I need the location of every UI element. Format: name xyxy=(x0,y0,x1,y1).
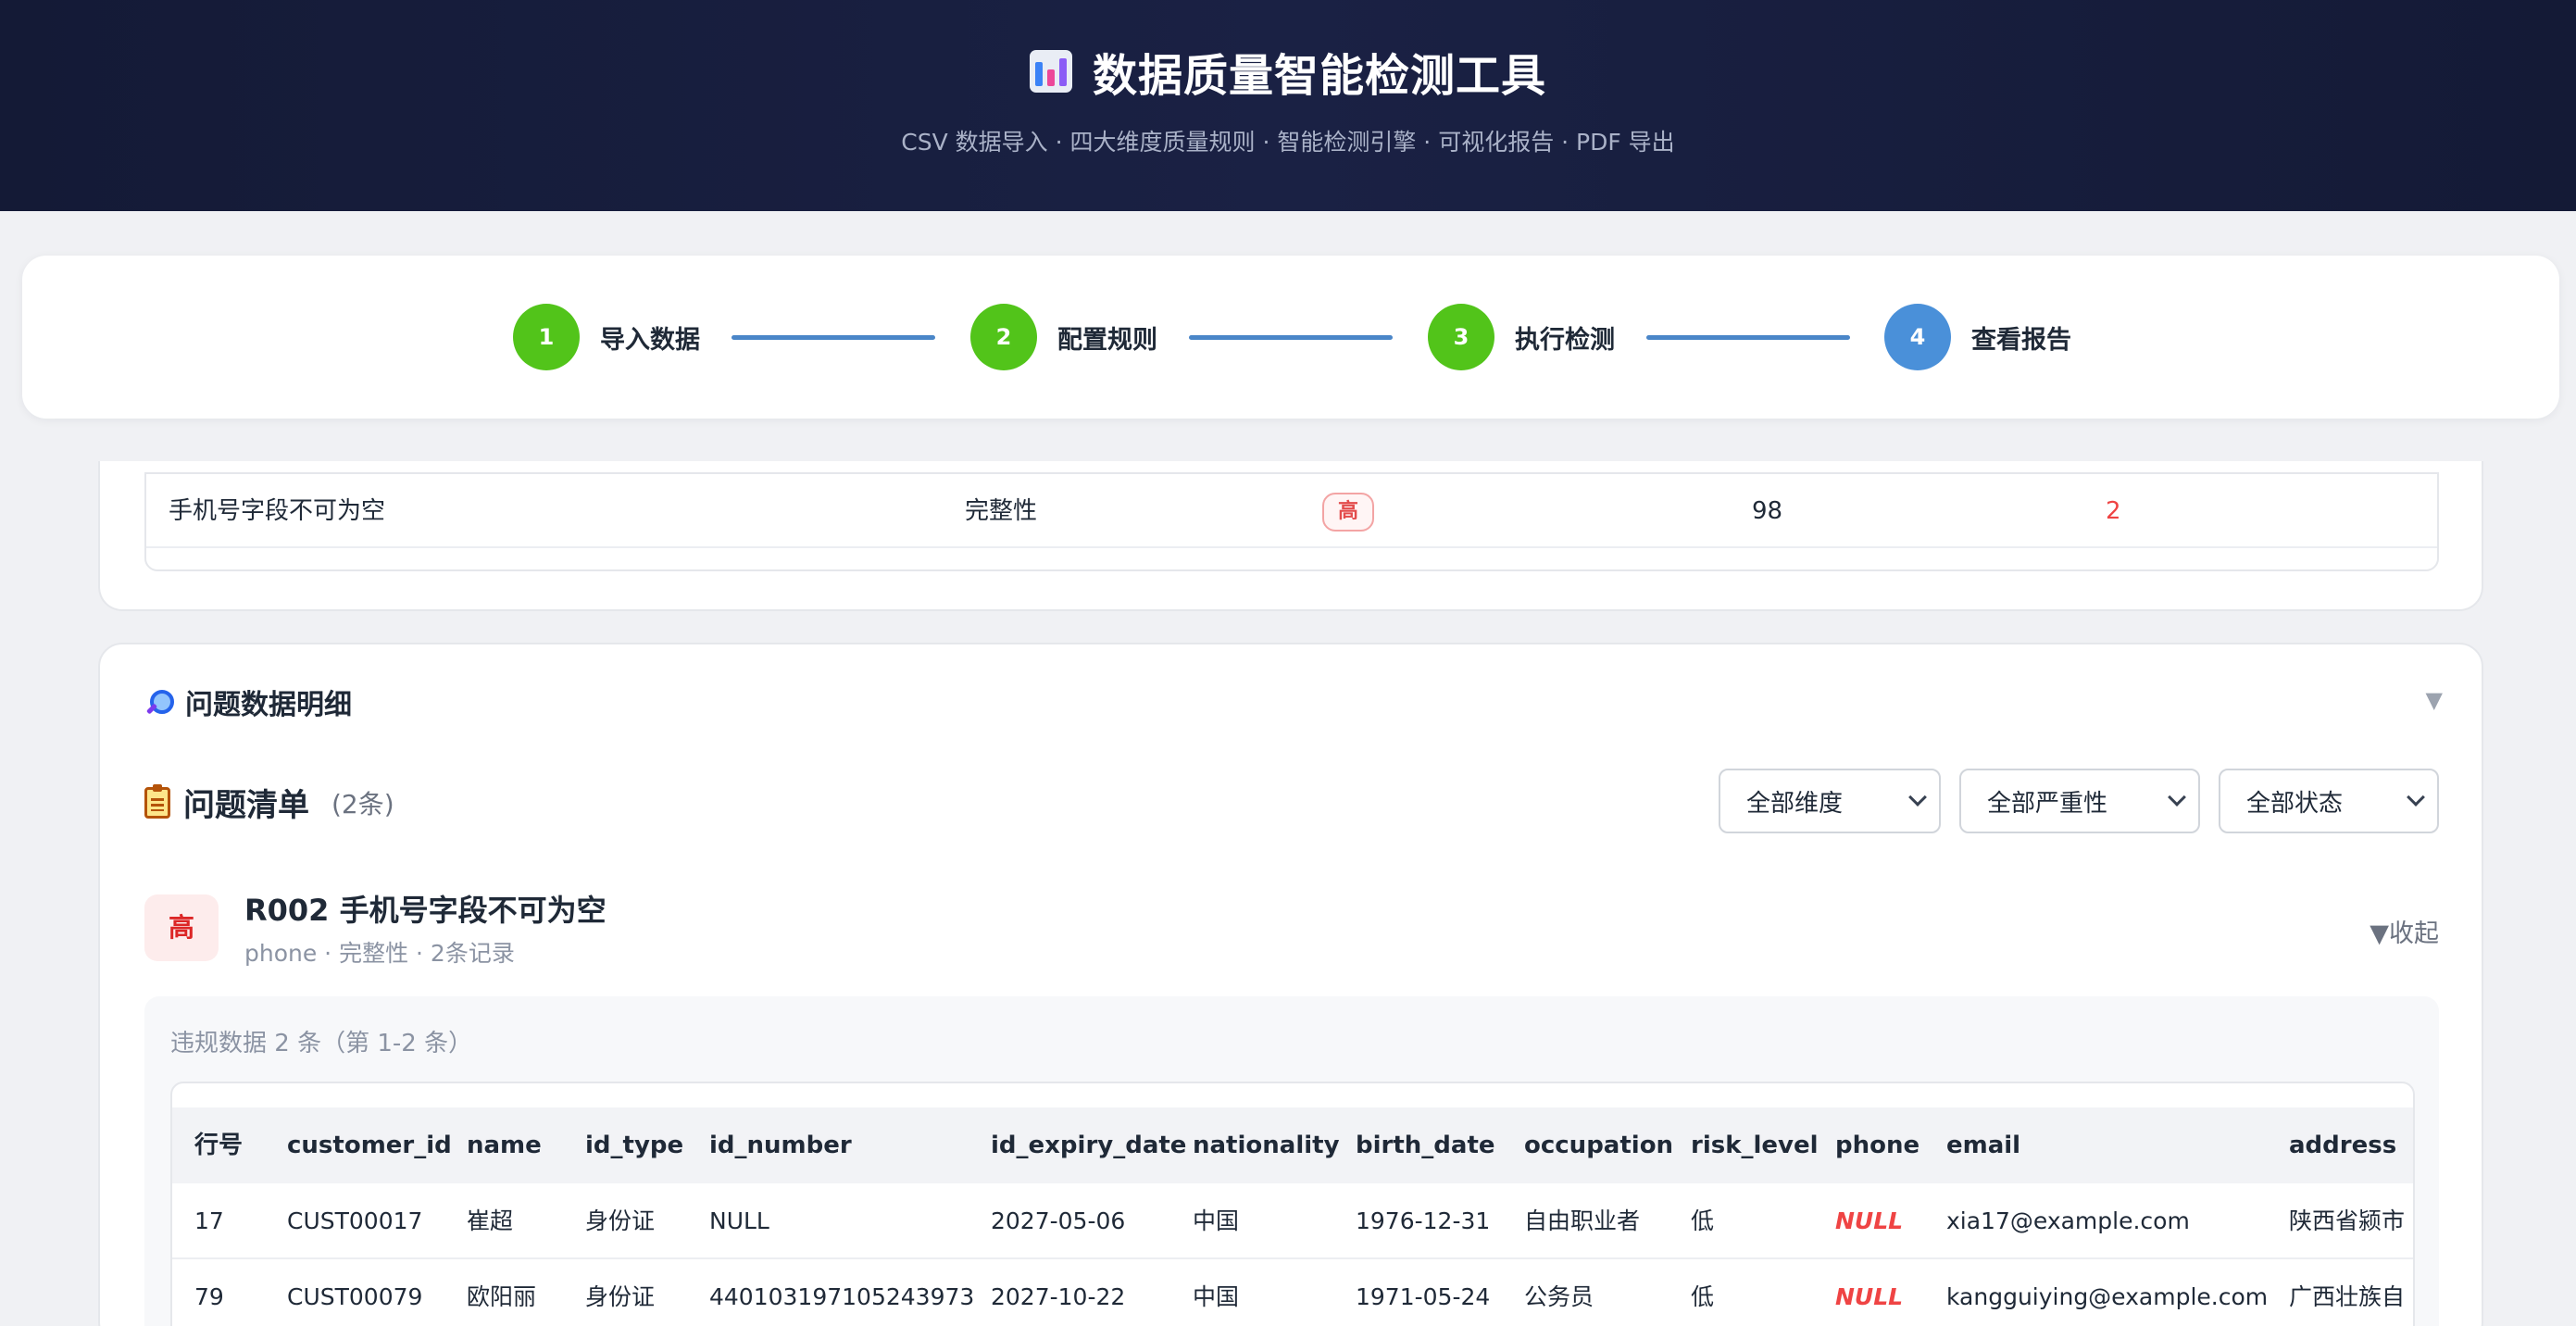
progress-stepper: 1 导入数据 2 配置规则 3 执行检测 4 查看报告 xyxy=(22,256,2559,419)
table-cell: 2027-05-06 xyxy=(991,1207,1126,1234)
rule-dimension: 完整性 xyxy=(965,497,1038,525)
column-header: id_type xyxy=(585,1132,684,1159)
table-cell: 中国 xyxy=(1193,1283,1240,1310)
rules-table: 手机号字段不可为空 完整性 高 98 2 xyxy=(144,472,2439,571)
table-cell: 自由职业者 xyxy=(1524,1207,1641,1234)
issue-list-title: 问题清单 xyxy=(183,787,309,824)
table-cell: 崔超 xyxy=(467,1207,514,1234)
table-cell: 2027-10-22 xyxy=(991,1283,1126,1310)
table-cell: 身份证 xyxy=(585,1283,656,1310)
issue-details-card: 问题数据明细 ▼ 问题清单 (2条) 全部维度 全部严重性 全部状态 高 R00… xyxy=(98,643,2483,1326)
table-cell: xia17@example.com xyxy=(1946,1207,2190,1234)
null-value-cell: NULL xyxy=(1835,1283,1904,1310)
issue-item-header[interactable]: 高 R002 手机号字段不可为空 phone · 完整性 · 2条记录 ▼收起 xyxy=(144,887,2439,970)
table-cell: 17 xyxy=(194,1207,224,1234)
step-label: 执行检测 xyxy=(1515,325,1615,355)
step-connector xyxy=(1189,335,1393,340)
table-row: 手机号字段不可为空 完整性 高 98 2 xyxy=(146,474,2437,548)
table-cell: 79 xyxy=(194,1283,224,1310)
table-row: 79 CUST00079 欧阳丽 身份证 440103197105243973 … xyxy=(172,1259,2413,1326)
step-number: 2 xyxy=(970,304,1037,370)
step-number: 1 xyxy=(513,304,580,370)
step-number: 4 xyxy=(1884,304,1951,370)
table-cell: CUST00079 xyxy=(287,1283,423,1310)
column-header: id_number xyxy=(709,1132,852,1159)
table-cell: 440103197105243973 xyxy=(709,1283,975,1310)
rules-summary-card: 手机号字段不可为空 完整性 高 98 2 xyxy=(98,461,2483,611)
step-label: 配置规则 xyxy=(1057,325,1157,355)
passed-count: 98 xyxy=(1752,497,1783,525)
column-header: address xyxy=(2289,1132,2397,1159)
chevron-down-icon xyxy=(1908,788,1927,807)
column-header: nationality xyxy=(1193,1132,1340,1159)
chevron-down-icon xyxy=(2407,788,2425,807)
issue-name: R002 手机号字段不可为空 xyxy=(244,893,606,928)
table-cell: 低 xyxy=(1691,1207,1715,1234)
column-header: risk_level xyxy=(1691,1132,1819,1159)
step-label: 查看报告 xyxy=(1971,325,2071,355)
null-value-cell: NULL xyxy=(1835,1207,1904,1234)
table-header-row: 行号 customer_id name id_type id_number id… xyxy=(172,1107,2413,1183)
table-cell: 欧阳丽 xyxy=(467,1283,537,1310)
column-header: birth_date xyxy=(1356,1132,1495,1159)
step-label: 导入数据 xyxy=(600,325,700,355)
app-header: 数据质量智能检测工具 CSV 数据导入 · 四大维度质量规则 · 智能检测引擎 … xyxy=(0,0,2576,211)
column-header: customer_id xyxy=(287,1132,452,1159)
issue-meta: phone · 完整性 · 2条记录 xyxy=(244,940,515,967)
severity-filter-select[interactable]: 全部严重性 xyxy=(1959,769,2200,833)
bar-chart-icon xyxy=(1029,50,1072,93)
details-title: 问题数据明细 xyxy=(185,689,352,721)
table-cell: 陕西省颍市 xyxy=(2289,1207,2406,1234)
step-connector xyxy=(732,335,935,340)
step-number: 3 xyxy=(1428,304,1494,370)
table-cell: CUST00017 xyxy=(287,1207,423,1234)
column-header: name xyxy=(467,1132,542,1159)
step-view-report[interactable]: 4 查看报告 xyxy=(1884,304,2071,370)
issue-list-heading: 问题清单 (2条) xyxy=(144,780,394,825)
collapse-toggle-button[interactable]: ▼收起 xyxy=(2370,913,2439,949)
app-subtitle: CSV 数据导入 · 四大维度质量规则 · 智能检测引擎 · 可视化报告 · P… xyxy=(901,129,1675,156)
violation-data-table[interactable]: 行号 customer_id name id_type id_number id… xyxy=(170,1082,2415,1326)
chevron-down-icon xyxy=(2168,788,2186,807)
table-cell: NULL xyxy=(709,1207,769,1234)
violation-panel: 违规数据 2 条（第 1-2 条） 行号 customer_id name id… xyxy=(144,996,2439,1326)
step-run-check[interactable]: 3 执行检测 xyxy=(1428,304,1615,370)
violation-caption: 违规数据 2 条（第 1-2 条） xyxy=(170,1030,473,1057)
column-header: email xyxy=(1946,1132,2021,1159)
app-title-text: 数据质量智能检测工具 xyxy=(1092,50,1546,102)
table-cell: 低 xyxy=(1691,1283,1715,1310)
table-row: 17 CUST00017 崔超 身份证 NULL 2027-05-06 中国 1… xyxy=(172,1183,2413,1259)
issue-severity-badge: 高 xyxy=(144,894,219,961)
caret-down-icon[interactable]: ▼ xyxy=(2426,687,2443,713)
table-cell: 公务员 xyxy=(1524,1283,1594,1310)
clipboard-icon xyxy=(144,783,170,819)
step-configure-rules[interactable]: 2 配置规则 xyxy=(970,304,1157,370)
column-header: 行号 xyxy=(194,1132,244,1159)
table-cell: kangguiying@example.com xyxy=(1946,1283,2269,1310)
app-title: 数据质量智能检测工具 xyxy=(0,39,2576,104)
table-cell: 1971-05-24 xyxy=(1356,1283,1491,1310)
table-cell: 1976-12-31 xyxy=(1356,1207,1491,1234)
magnifier-icon xyxy=(144,688,174,716)
table-cell: 广西壮族自 xyxy=(2289,1283,2406,1310)
table-cell: 身份证 xyxy=(585,1207,656,1234)
column-header: id_expiry_date xyxy=(991,1132,1187,1159)
issue-list-count: (2条) xyxy=(331,788,394,819)
rule-name: 手机号字段不可为空 xyxy=(169,497,386,525)
step-connector xyxy=(1646,335,1850,340)
failed-count: 2 xyxy=(2106,497,2121,525)
dimension-filter-value: 全部维度 xyxy=(1746,789,1844,818)
dimension-filter-select[interactable]: 全部维度 xyxy=(1719,769,1941,833)
table-cell: 中国 xyxy=(1193,1207,1240,1234)
severity-badge: 高 xyxy=(1322,493,1374,532)
step-import-data[interactable]: 1 导入数据 xyxy=(513,304,700,370)
status-filter-select[interactable]: 全部状态 xyxy=(2219,769,2439,833)
details-header[interactable]: 问题数据明细 xyxy=(144,682,352,722)
column-header: occupation xyxy=(1524,1132,1674,1159)
column-header: phone xyxy=(1835,1132,1920,1159)
severity-filter-value: 全部严重性 xyxy=(1987,789,2108,818)
status-filter-value: 全部状态 xyxy=(2246,789,2344,818)
